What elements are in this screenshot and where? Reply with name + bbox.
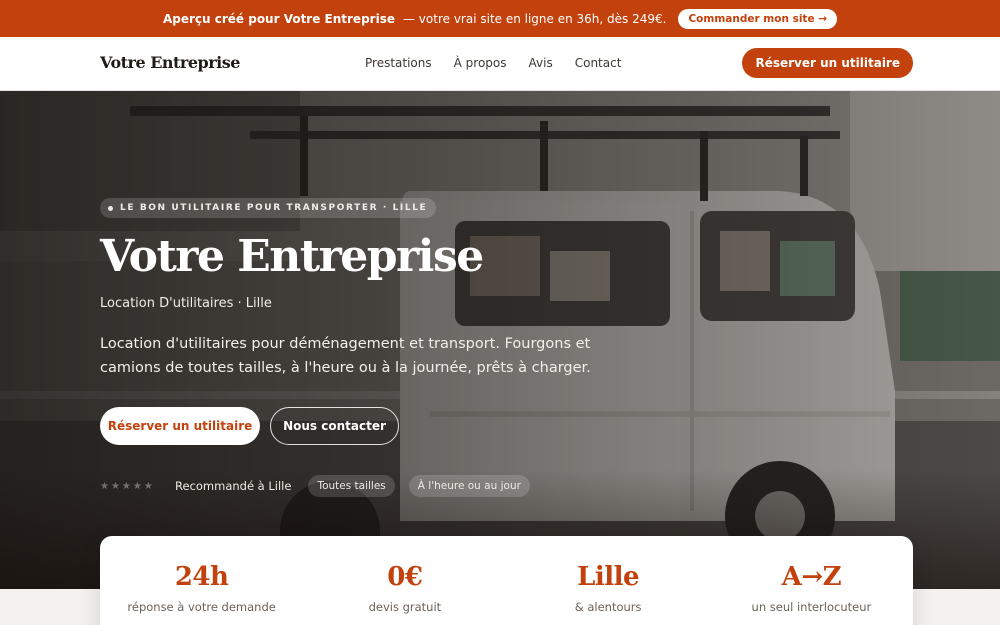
hero-description: Location d'utilitaires pour déménagement… (100, 336, 591, 376)
hero-eyebrow-badge: LE BON UTILITAIRE POUR TRANSPORTER · LIL… (100, 198, 437, 218)
book-van-button[interactable]: Réserver un utilitaire (100, 407, 260, 445)
hero-section: LE BON UTILITAIRE POUR TRANSPORTER · LIL… (0, 91, 1000, 589)
stat-value: Lille (577, 562, 640, 592)
rating-stars-icon: ★★★★★ (100, 480, 155, 492)
stat-item: Lille & alentours (507, 536, 710, 625)
nav-links: Prestations À propos Avis Contact (365, 56, 621, 70)
stat-label: réponse à votre demande (127, 600, 276, 614)
stat-label: & alentours (574, 600, 642, 614)
hero-title: Votre Entreprise (100, 231, 484, 282)
tag-hourly-daily: À l'heure ou au jour (408, 475, 530, 497)
recommended-text: Recommandé à Lille (175, 479, 292, 493)
top-navigation: Votre Entreprise Prestations À propos Av… (0, 37, 1000, 91)
nav-link-prestations[interactable]: Prestations (365, 56, 432, 70)
social-proof-row: ★★★★★ Recommandé à Lille Toutes tailles … (100, 475, 544, 497)
promo-bar: Aperçu créé pour Votre Entreprise — votr… (0, 0, 1000, 37)
stat-value: 24h (174, 562, 229, 592)
stats-card: 24h réponse à votre demande 0€ devis gra… (100, 536, 913, 625)
nav-book-van-button[interactable]: Réserver un utilitaire (742, 48, 913, 78)
hero-subtitle: Location D'utilitaires · Lille (100, 296, 272, 311)
stat-label: un seul interlocuteur (751, 600, 872, 614)
stat-item: 24h réponse à votre demande (100, 536, 303, 625)
nav-link-contact[interactable]: Contact (575, 56, 622, 70)
nav-link-reviews[interactable]: Avis (529, 56, 553, 70)
stat-item: 0€ devis gratuit (303, 536, 506, 625)
stat-value: A→Z (781, 562, 842, 592)
tag-all-sizes: Toutes tailles (308, 475, 395, 497)
promo-text: — votre vrai site en ligne en 36h, dès 2… (402, 11, 667, 26)
stat-item: A→Z un seul interlocuteur (710, 536, 913, 625)
contact-button[interactable]: Nous contacter (270, 407, 399, 445)
stat-value: 0€ (387, 562, 423, 592)
promo-bold-text: Aperçu créé pour Votre Entreprise (162, 11, 395, 26)
hero-eyebrow-text: LE BON UTILITAIRE POUR TRANSPORTER · LIL… (120, 203, 428, 213)
nav-link-about[interactable]: À propos (454, 56, 507, 70)
dot-icon (108, 205, 113, 211)
brand-logo[interactable]: Votre Entreprise (100, 53, 240, 72)
order-site-button[interactable]: Commander mon site → (678, 8, 838, 29)
stat-label: devis gratuit (368, 600, 442, 614)
